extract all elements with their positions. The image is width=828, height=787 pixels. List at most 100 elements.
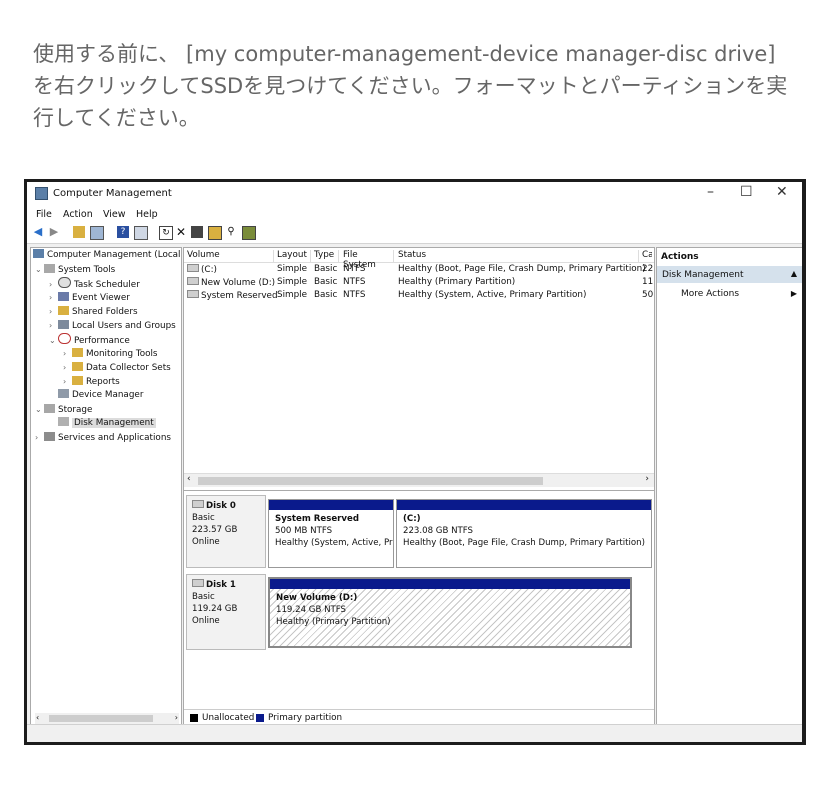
forward-arrow-icon[interactable]: ▶ <box>48 226 60 238</box>
chevron-right-icon[interactable]: › <box>63 375 72 388</box>
toolbar: ◀ ▶ ? ↻ ✕ ⚲ <box>27 223 802 244</box>
partition-new-volume-d[interactable]: New Volume (D:) 119.24 GB NTFS Healthy (… <box>268 577 632 648</box>
scrollbar-thumb[interactable] <box>49 715 153 722</box>
disk-management-icon <box>58 417 69 426</box>
partition-system-reserved[interactable]: System Reserved 500 MB NTFS Healthy (Sys… <box>268 499 394 568</box>
users-icon <box>58 320 69 329</box>
minimize-button[interactable]: – <box>707 184 714 200</box>
refresh-icon[interactable]: ↻ <box>159 226 173 240</box>
instruction-text: 使用する前に、 [my computer-management-device m… <box>33 42 788 130</box>
collapse-up-icon[interactable]: ▲ <box>791 269 797 278</box>
close-button[interactable]: ✕ <box>776 184 788 200</box>
scroll-left-icon[interactable]: ‹ <box>36 713 39 722</box>
chevron-down-icon[interactable]: ⌄ <box>35 263 44 276</box>
action-disk-management[interactable]: Disk Management ▲ <box>657 266 802 283</box>
shared-folder-icon <box>58 306 69 315</box>
tree-item-storage[interactable]: ⌄ Storage <box>35 403 92 416</box>
event-viewer-icon <box>58 292 69 301</box>
actions-header: Actions <box>657 248 802 268</box>
chevron-right-icon[interactable]: › <box>63 361 72 374</box>
primary-partition-bar <box>397 500 651 510</box>
folder-icon <box>72 348 83 357</box>
scrollbar-thumb[interactable] <box>198 477 543 485</box>
reports-folder-icon <box>72 376 83 385</box>
tree-item-services-applications[interactable]: › Services and Applications <box>35 431 171 444</box>
device-manager-icon <box>58 389 69 398</box>
disk-icon <box>192 500 204 508</box>
tree-horizontal-scrollbar[interactable]: ‹ › <box>35 713 179 724</box>
tree-item-shared-folders[interactable]: › Shared Folders <box>49 305 138 318</box>
column-type[interactable]: Type <box>314 250 339 262</box>
computer-management-window: Computer Management – ☐ ✕ File Action Vi… <box>24 179 806 745</box>
show-hide-tree-icon[interactable] <box>90 226 104 240</box>
disk-management-pane: Volume Layout Type File System Status Ca… <box>183 247 655 727</box>
clipboard-icon[interactable] <box>191 226 203 238</box>
menu-view[interactable]: View <box>103 209 126 220</box>
disk-graphical-view: Disk 0 Basic 223.57 GB Online System Res… <box>184 490 654 709</box>
more-actions[interactable]: More Actions ▶ <box>657 286 802 302</box>
chevron-right-icon[interactable]: › <box>49 305 58 318</box>
computer-management-icon <box>33 249 44 258</box>
maximize-button[interactable]: ☐ <box>740 184 753 200</box>
menu-bar: File Action View Help <box>27 206 802 223</box>
tree-item-event-viewer[interactable]: › Event Viewer <box>49 291 130 304</box>
chevron-right-icon[interactable]: › <box>63 347 72 360</box>
checklist-icon[interactable] <box>242 226 256 240</box>
chevron-right-icon[interactable]: › <box>49 278 58 291</box>
partition-c-drive[interactable]: (C:) 223.08 GB NTFS Healthy (Boot, Page … <box>396 499 652 568</box>
tree-item-computer-management[interactable]: Computer Management (Local <box>33 249 181 262</box>
navigation-tree: Computer Management (Local ⌄ System Tools… <box>30 247 182 727</box>
volume-list-scrollbar[interactable]: ‹ › <box>184 473 654 487</box>
window-title: Computer Management <box>53 188 172 199</box>
chevron-right-icon[interactable]: › <box>49 291 58 304</box>
drive-icon <box>187 277 199 285</box>
table-row[interactable]: (C:) Simple Basic NTFS Healthy (Boot, Pa… <box>184 263 654 276</box>
legend-primary: Primary partition <box>268 713 343 723</box>
back-arrow-icon[interactable]: ◀ <box>32 226 44 238</box>
scroll-left-icon[interactable]: ‹ <box>187 474 191 484</box>
tree-item-performance[interactable]: ⌄ Performance <box>49 333 130 346</box>
folder-icon <box>72 362 83 371</box>
drive-icon <box>187 290 199 298</box>
scroll-right-icon[interactable]: › <box>645 474 649 484</box>
magnifier-icon[interactable]: ⚲ <box>225 226 237 238</box>
menu-help[interactable]: Help <box>136 209 158 220</box>
legend-unallocated: Unallocated <box>202 713 255 723</box>
column-file-system[interactable]: File System <box>343 250 394 270</box>
chevron-down-icon[interactable]: ⌄ <box>49 334 58 347</box>
column-status[interactable]: Status <box>398 250 639 262</box>
properties-icon[interactable] <box>134 226 148 240</box>
column-capacity[interactable]: Ca <box>642 250 652 262</box>
open-folder-icon[interactable] <box>208 226 222 240</box>
column-volume[interactable]: Volume <box>187 250 274 262</box>
actions-pane: Actions Disk Management ▲ More Actions ▶ <box>656 247 802 727</box>
table-row[interactable]: New Volume (D:) Simple Basic NTFS Health… <box>184 276 654 289</box>
up-folder-icon[interactable] <box>73 226 85 238</box>
drive-icon <box>187 264 199 272</box>
tree-item-disk-management[interactable]: Disk Management <box>58 417 156 430</box>
tree-item-data-collector-sets[interactable]: › Data Collector Sets <box>63 361 171 374</box>
disk-1-info[interactable]: Disk 1 Basic 119.24 GB Online <box>186 574 266 650</box>
chevron-right-icon[interactable]: › <box>49 319 58 332</box>
tree-item-task-scheduler[interactable]: › Task Scheduler <box>49 277 140 290</box>
scroll-right-icon[interactable]: › <box>175 713 178 722</box>
primary-partition-swatch <box>256 714 264 722</box>
menu-file[interactable]: File <box>36 209 52 220</box>
title-bar[interactable]: Computer Management – ☐ ✕ <box>27 182 802 206</box>
column-layout[interactable]: Layout <box>277 250 311 262</box>
help-icon[interactable]: ? <box>117 226 129 238</box>
disk-icon <box>192 579 204 587</box>
chevron-down-icon[interactable]: ⌄ <box>35 403 44 416</box>
tree-item-monitoring-tools[interactable]: › Monitoring Tools <box>63 347 158 360</box>
storage-icon <box>44 404 55 413</box>
tree-item-reports[interactable]: › Reports <box>63 375 120 388</box>
tree-item-local-users[interactable]: › Local Users and Groups <box>49 319 176 332</box>
chevron-right-icon[interactable]: › <box>35 431 44 444</box>
volume-list-header: Volume Layout Type File System Status Ca <box>184 248 654 270</box>
disk-0-info[interactable]: Disk 0 Basic 223.57 GB Online <box>186 495 266 568</box>
delete-icon[interactable]: ✕ <box>175 226 187 238</box>
table-row[interactable]: System Reserved Simple Basic NTFS Health… <box>184 289 654 302</box>
tree-item-device-manager[interactable]: Device Manager <box>58 389 143 402</box>
tree-item-system-tools[interactable]: ⌄ System Tools <box>35 263 115 276</box>
menu-action[interactable]: Action <box>63 209 93 220</box>
